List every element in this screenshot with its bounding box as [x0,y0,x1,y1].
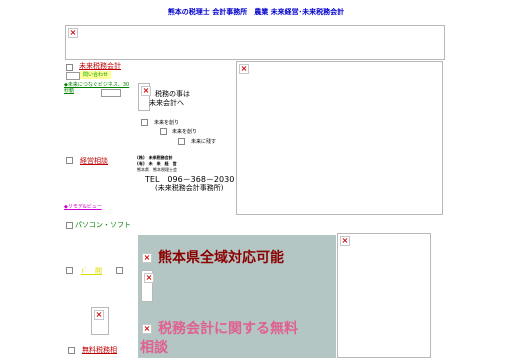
nav-checkbox-5[interactable] [116,267,123,274]
stamp-line-3: 熊本県 熊本税理士会 [137,167,177,172]
broken-image-icon: × [141,86,151,96]
broken-image-icon: × [239,64,249,74]
nav-link-bottom[interactable]: ﾄﾞ 開 [81,267,102,276]
zeimu-koto-text: 税務の事は [155,90,190,98]
nav-input-box[interactable] [66,72,80,80]
tel-text: TEL 096－368－2030 [145,175,235,184]
nav-checkbox-1[interactable] [66,64,73,71]
nav-inquiry-label[interactable]: 問い合わせ [80,71,112,79]
banner-line-3: 相談 [140,340,168,356]
nav-link-keiei-soudan[interactable]: 経営相談 [80,157,108,166]
right-large-image: × [236,61,443,215]
broken-image-icon: × [340,236,350,246]
broken-image-icon: × [144,273,154,283]
nav-pc-soft: パソコン・ソフト [75,221,131,229]
office-name-text: (未来税務会計事務所) [155,184,224,192]
mirai-ni-nokosu-text: 未来に残す [191,139,217,145]
mirai-wo-hiraku-text: 未来を創り [154,120,180,126]
center-checkbox-3 [178,138,185,145]
nav-small-box [101,89,121,97]
banner-line-2: 税務会計に関する無料 [158,321,298,337]
center-checkbox-1 [141,119,148,126]
nav-checkbox-6[interactable] [68,347,75,354]
nav-link-mirai-zeimu[interactable]: 未来税務会計 [79,62,121,71]
page-header: 熊本の税理士 会計事務所 農業 未来経営･未来税務会計 [167,8,345,16]
nav-link-remote[interactable]: ◆リモデ&ビュー [64,204,102,210]
company-stamp: (株) 未来税務会計 (有) 未 来 経 営 熊本県 熊本税理士会 [137,155,177,173]
nav-checkbox-4[interactable] [66,267,73,274]
center-checkbox-2 [160,128,167,135]
mirai-kaikei-text: 未来会計へ [149,99,184,107]
nav-checkbox-2[interactable] [66,157,73,164]
banner-image: × [141,270,154,302]
broken-image-icon: × [142,324,152,334]
right-bottom-image: × [337,233,431,358]
service-banner: × 熊本県全域対応可能 × × 税務会計に関する無料 相談 [138,235,336,358]
top-banner-image: × [65,25,445,60]
nav-image-bottom: × [91,307,109,335]
broken-image-icon: × [142,253,152,263]
nav-link-muryou[interactable]: 無料税務相 [82,346,117,355]
nav-checkbox-3[interactable] [66,222,73,229]
mirai-wo-kizuku-text: 未来を創り [172,129,198,135]
broken-image-icon: × [68,28,78,38]
banner-line-1: 熊本県全域対応可能 [158,250,284,266]
nav-link-mirai-business[interactable]: ◆未来につなぐビジネス、30秒動 [64,82,132,94]
broken-image-icon: × [94,310,104,320]
